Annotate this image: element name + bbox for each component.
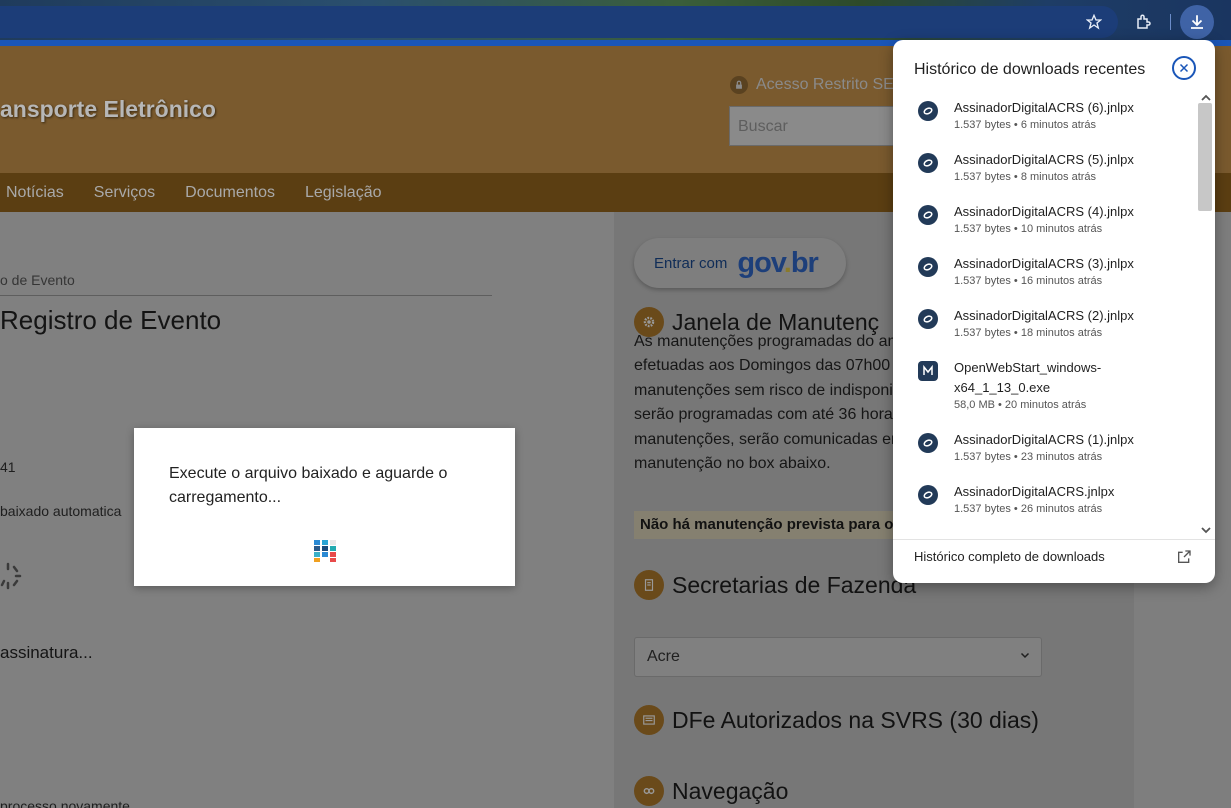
close-icon[interactable] <box>1172 56 1196 80</box>
download-file-name: AssinadorDigitalACRS (4).jnlpx <box>954 204 1134 219</box>
maintenance-line: serão programadas com até 36 horas <box>634 406 901 424</box>
downloads-divider <box>893 539 1215 540</box>
download-file-meta: 1.537 bytes • 8 minutos atrás <box>954 171 1097 183</box>
breadcrumb-divider <box>0 295 492 296</box>
lock-icon <box>730 76 748 94</box>
download-file-name: OpenWebStart_windows- <box>954 360 1102 375</box>
downloads-panel-title: Histórico de downloads recentes <box>914 61 1146 78</box>
jnlp-file-icon <box>918 309 938 329</box>
download-item[interactable]: AssinadorDigitalACRS (6).jnlpx 1.537 byt… <box>893 98 1193 148</box>
site-title: ansporte Eletrônico <box>0 96 216 122</box>
download-file-name: AssinadorDigitalACRS (2).jnlpx <box>954 308 1134 323</box>
maintenance-line: efetuadas aos Domingos das 07h00 à <box>634 357 904 375</box>
downloads-icon[interactable] <box>1180 5 1214 39</box>
loading-spinner-icon <box>0 560 22 592</box>
section-title-dfe: DFe Autorizados na SVRS (30 dias) <box>672 706 1039 733</box>
download-item[interactable]: AssinadorDigitalACRS (3).jnlpx 1.537 byt… <box>893 254 1193 304</box>
address-bar[interactable] <box>0 6 1118 38</box>
maintenance-line: manutenções sem risco de indisponil <box>634 381 897 399</box>
status-text-downloaded: baixado automatica <box>0 503 122 519</box>
chevron-down-icon <box>1019 648 1031 666</box>
full-download-history-link[interactable]: Histórico completo de downloads <box>914 549 1105 564</box>
download-file-name: AssinadorDigitalACRS.jnlpx <box>954 484 1115 499</box>
loading-modal: Execute o arquivo baixado e aguarde o ca… <box>134 428 515 586</box>
download-file-meta: 58,0 MB • 20 minutos atrás <box>954 399 1087 411</box>
building-icon <box>634 570 664 600</box>
link-icon <box>634 776 664 806</box>
jnlp-file-icon <box>918 205 938 225</box>
download-file-meta: 1.537 bytes • 16 minutos atrás <box>954 275 1103 287</box>
restricted-access-link[interactable]: Acesso Restrito SE <box>730 76 894 94</box>
nav-item-legislacao[interactable]: Legislação <box>305 184 382 202</box>
status-text-process: processo novamente <box>0 798 130 808</box>
download-file-meta: 1.537 bytes • 23 minutos atrás <box>954 451 1103 463</box>
exe-file-icon <box>918 361 938 381</box>
section-dfe: DFe Autorizados na SVRS (30 dias) <box>634 705 1039 735</box>
page-title: Registro de Evento <box>0 305 222 335</box>
search-input[interactable]: Buscar <box>729 106 899 146</box>
state-select-value: Acre <box>647 648 680 665</box>
state-select[interactable]: Acre <box>634 637 1042 677</box>
toolbar-separator <box>1170 14 1171 30</box>
section-secretarias: Secretarias de Fazenda <box>634 570 916 600</box>
download-file-name: AssinadorDigitalACRS (6).jnlpx <box>954 100 1134 115</box>
maintenance-line: manutenções, serão comunicadas en <box>634 430 900 448</box>
download-item[interactable]: OpenWebStart_windows- x64_1_13_0.exe 58,… <box>893 358 1193 430</box>
status-text-41: 41 <box>0 459 16 475</box>
jnlp-file-icon <box>918 153 938 173</box>
loading-grid-icon <box>314 540 336 562</box>
maintenance-description: As manutenções programadas do am efetuad… <box>634 330 904 476</box>
downloads-panel: Histórico de downloads recentes Assinado… <box>893 40 1215 583</box>
download-item[interactable]: AssinadorDigitalACRS (1).jnlpx 1.537 byt… <box>893 430 1193 480</box>
section-title-secretarias: Secretarias de Fazenda <box>672 571 917 598</box>
download-file-name: AssinadorDigitalACRS (5).jnlpx <box>954 152 1134 167</box>
status-text-signature: assinatura... <box>0 643 93 662</box>
jnlp-file-icon <box>918 257 938 277</box>
modal-message: Execute o arquivo baixado e aguarde o ca… <box>169 465 448 506</box>
download-file-meta: 1.537 bytes • 6 minutos atrás <box>954 119 1097 131</box>
nav-item-documentos[interactable]: Documentos <box>185 184 275 202</box>
download-item[interactable]: AssinadorDigitalACRS.jnlpx 1.537 bytes •… <box>893 482 1193 532</box>
nav-item-servicos[interactable]: Serviços <box>94 184 155 202</box>
download-file-meta: 1.537 bytes • 10 minutos atrás <box>954 223 1103 235</box>
section-title-navegacao: Navegação <box>672 777 789 804</box>
download-item[interactable]: AssinadorDigitalACRS (4).jnlpx 1.537 byt… <box>893 202 1193 252</box>
maintenance-line: As manutenções programadas do am <box>634 333 901 350</box>
jnlp-file-icon <box>918 485 938 505</box>
govbr-enter-label: Entrar com <box>654 254 728 272</box>
browser-toolbar <box>0 0 1231 44</box>
breadcrumb[interactable]: o de Evento <box>0 272 75 288</box>
download-file-name: AssinadorDigitalACRS (3).jnlpx <box>954 256 1134 271</box>
nav-item-noticias[interactable]: Notícias <box>6 184 64 202</box>
govbr-login-button[interactable]: Entrar com gov.br <box>634 238 846 288</box>
restricted-access-label: Acesso Restrito SE <box>756 76 894 93</box>
download-file-name: AssinadorDigitalACRS (1).jnlpx <box>954 432 1134 447</box>
jnlp-file-icon <box>918 433 938 453</box>
download-file-meta: 1.537 bytes • 26 minutos atrás <box>954 503 1103 515</box>
newspaper-icon <box>634 705 664 735</box>
extensions-puzzle-icon[interactable] <box>1130 8 1158 36</box>
download-item[interactable]: AssinadorDigitalACRS (2).jnlpx 1.537 byt… <box>893 306 1193 356</box>
download-item[interactable]: AssinadorDigitalACRS (5).jnlpx 1.537 byt… <box>893 150 1193 200</box>
jnlp-file-icon <box>918 101 938 121</box>
open-external-icon[interactable] <box>1176 549 1192 565</box>
download-file-name-cont: x64_1_13_0.exe <box>954 380 1051 395</box>
section-navegacao: Navegação <box>634 776 788 806</box>
download-file-meta: 1.537 bytes • 18 minutos atrás <box>954 327 1103 339</box>
bookmark-star-icon[interactable] <box>1080 8 1108 36</box>
no-maintenance-notice: Não há manutenção prevista para o <box>634 511 896 539</box>
govbr-logo: gov.br <box>737 246 818 279</box>
downloads-scrollbar-thumb[interactable] <box>1198 103 1212 211</box>
maintenance-line: manutenção no box abaixo. <box>634 455 831 473</box>
